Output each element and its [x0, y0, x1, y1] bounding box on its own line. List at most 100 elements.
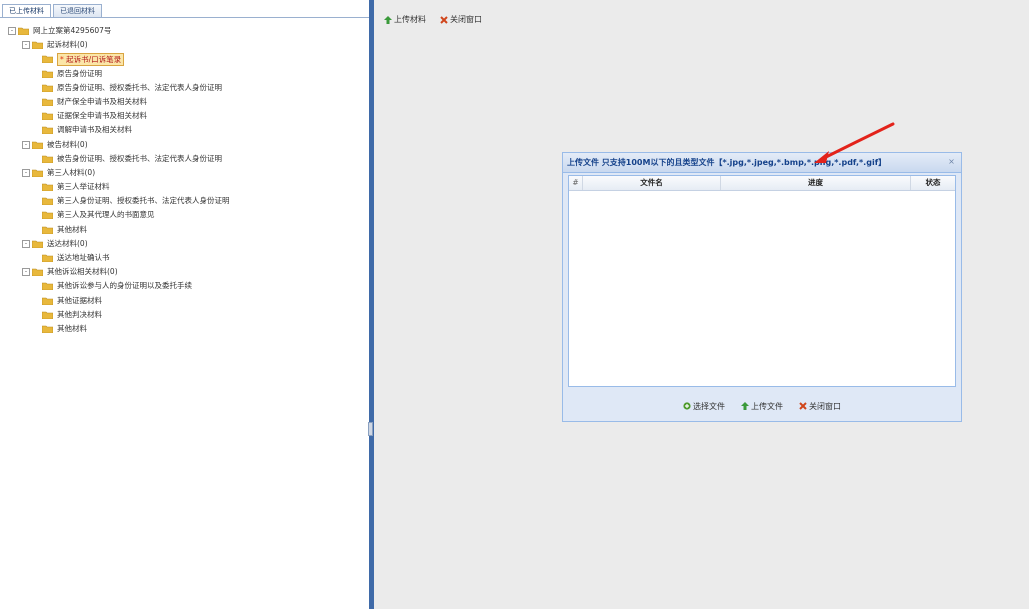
collapse-handle[interactable]	[368, 422, 373, 436]
collapse-toggle-icon[interactable]: -	[8, 27, 16, 35]
tree-item-label: 其他材料	[57, 223, 87, 237]
folder-icon	[42, 212, 53, 220]
tree-item-text: 被告身份证明、授权委托书、法定代表人身份证明	[57, 153, 222, 163]
tree-leaf-item[interactable]: 原告身份证明、授权委托书、法定代表人身份证明	[0, 81, 369, 95]
dialog-title: 上传文件 只支持100M以下的且类型文件【*.jpg,*.jpeg,*.bmp,…	[567, 158, 887, 167]
tree-item-text: 第三人身份证明、授权委托书、法定代表人身份证明	[57, 196, 230, 206]
upload-file-button[interactable]: 上传文件	[741, 401, 783, 412]
folder-icon	[42, 155, 53, 163]
tree-item-label: 第三人及其代理人的书面意见	[57, 208, 155, 222]
tree-leaf-item[interactable]: 其他诉讼参与人的身份证明以及委托手续	[0, 279, 369, 293]
tree-item-text: 起诉材料(0)	[47, 40, 88, 50]
folder-icon	[32, 41, 43, 50]
tree-item-label: 网上立案第4295607号	[33, 24, 111, 38]
tree-item-text: 被告材料(0)	[47, 139, 88, 149]
tree-leaf-item[interactable]: 其他材料	[0, 322, 369, 336]
folder-icon	[42, 254, 53, 262]
tree-item-label: 其他证据材料	[57, 294, 102, 308]
tree-item-text: 其他诉讼相关材料(0)	[47, 267, 118, 277]
tree-item-label: 送达材料(0)	[47, 237, 88, 251]
tree-item-label: 被告材料(0)	[47, 138, 88, 152]
tree-item-text: 起诉书/口诉笔录	[66, 55, 122, 65]
tree-leaf-item[interactable]: 第三人及其代理人的书面意见	[0, 208, 369, 222]
column-progress[interactable]: 进度	[721, 176, 911, 190]
collapse-toggle-icon[interactable]: -	[22, 168, 30, 177]
tree-item-label: 第三人材料(0)	[47, 166, 95, 180]
collapse-toggle-icon[interactable]: -	[22, 41, 30, 50]
collapse-toggle-icon[interactable]: -	[22, 140, 30, 149]
left-panel: 已上传材料 已退回材料 - 网上立案第4295607号 - 起诉材料(0) * 起诉书/…	[0, 0, 370, 609]
close-x-icon	[440, 15, 448, 24]
tree-item-label: 其他判决材料	[57, 308, 102, 322]
tree-leaf-item[interactable]: 证据保全申请书及相关材料	[0, 109, 369, 123]
folder-icon	[42, 98, 53, 106]
select-file-button[interactable]: 选择文件	[683, 401, 725, 412]
tree-item-text: 原告身份证明、授权委托书、法定代表人身份证明	[57, 82, 222, 92]
tree-leaf-item[interactable]: 送达地址确认书	[0, 251, 369, 265]
tree-item-text: 第三人及其代理人的书面意见	[57, 210, 155, 220]
dialog-header[interactable]: 上传文件 只支持100M以下的且类型文件【*.jpg,*.jpeg,*.bmp,…	[563, 153, 961, 173]
column-filename[interactable]: 文件名	[583, 176, 721, 190]
folder-icon	[42, 56, 53, 64]
close-window-button[interactable]: 关闭窗口	[440, 14, 482, 25]
tree-item-text: 其他判决材料	[57, 309, 102, 319]
tree-folder-item[interactable]: - 被告材料(0)	[0, 138, 369, 152]
select-file-label: 选择文件	[693, 401, 725, 411]
tree-leaf-item[interactable]: 其他判决材料	[0, 308, 369, 322]
folder-icon	[32, 169, 43, 177]
dialog-close-window-button[interactable]: 关闭窗口	[799, 401, 841, 412]
tree-folder-item[interactable]: - 其他诉讼相关材料(0)	[0, 265, 369, 279]
folder-icon	[42, 283, 53, 291]
tree-leaf-item[interactable]: 调解申请书及相关材料	[0, 123, 369, 137]
tree-item-label: 起诉材料(0)	[47, 38, 88, 52]
collapse-toggle-icon[interactable]: -	[22, 239, 30, 248]
tree-item-text: 送达地址确认书	[57, 253, 110, 262]
tree-leaf-item[interactable]: 第三人身份证明、授权委托书、法定代表人身份证明	[0, 194, 369, 208]
tree-item-text: 证据保全申请书及相关材料	[57, 111, 147, 121]
folder-icon	[18, 27, 29, 35]
tree-folder-item[interactable]: - 送达材料(0)	[0, 237, 369, 251]
tree-leaf-item[interactable]: 第三人举证材料	[0, 180, 369, 194]
tree-item-label: 第三人身份证明、授权委托书、法定代表人身份证明	[57, 194, 230, 208]
folder-icon	[42, 311, 53, 319]
tree-item-label: 被告身份证明、授权委托书、法定代表人身份证明	[57, 152, 222, 166]
folder-icon	[42, 325, 53, 333]
tree-item-label: 调解申请书及相关材料	[57, 123, 132, 137]
tree-leaf-item[interactable]: 财产保全申请书及相关材料	[0, 95, 369, 109]
folder-icon	[42, 112, 53, 121]
folder-icon	[42, 127, 53, 135]
upload-dialog: 上传文件 只支持100M以下的且类型文件【*.jpg,*.jpeg,*.bmp,…	[562, 152, 962, 422]
column-number: #	[569, 176, 583, 190]
folder-icon	[32, 141, 43, 149]
upload-arrow-icon	[384, 15, 392, 24]
material-tree: - 网上立案第4295607号 - 起诉材料(0) * 起诉书/口诉笔录 原告身份证明 原告…	[0, 24, 369, 336]
tree-leaf-item[interactable]: 被告身份证明、授权委托书、法定代表人身份证明	[0, 152, 369, 166]
tab-uploaded-materials[interactable]: 已上传材料	[2, 4, 51, 17]
tree-leaf-item[interactable]: 原告身份证明	[0, 67, 369, 81]
upload-material-button[interactable]: 上传材料	[384, 14, 426, 25]
tree-folder-item[interactable]: - 网上立案第4295607号	[0, 24, 369, 38]
tree-item-text: 送达材料(0)	[47, 238, 88, 248]
grid-header: # 文件名 进度 状态	[569, 176, 955, 191]
tree-item-text: 其他证据材料	[57, 295, 102, 305]
tree-item-text: 原告身份证明	[57, 68, 102, 78]
folder-icon	[42, 197, 53, 206]
close-x-icon	[799, 402, 807, 410]
tree-leaf-item[interactable]: 其他证据材料	[0, 294, 369, 308]
tab-returned-materials[interactable]: 已退回材料	[53, 4, 102, 17]
tree-folder-item[interactable]: - 起诉材料(0)	[0, 38, 369, 52]
file-grid: # 文件名 进度 状态	[568, 175, 956, 387]
upload-material-label: 上传材料	[394, 15, 426, 24]
tree-folder-item[interactable]: - 第三人材料(0)	[0, 166, 369, 180]
column-status[interactable]: 状态	[911, 176, 955, 190]
tree-item-text: 第三人材料(0)	[47, 167, 96, 177]
tree-item-label: 其他诉讼相关材料(0)	[47, 265, 118, 279]
tree-item-label: 其他诉讼参与人的身份证明以及委托手续	[57, 279, 192, 293]
tree-leaf-item[interactable]: * 起诉书/口诉笔录	[0, 52, 369, 67]
collapse-toggle-icon[interactable]: -	[22, 268, 30, 277]
tree-item-text: 网上立案第4295607号	[33, 26, 112, 35]
tree-item-text: 其他材料	[57, 323, 87, 333]
dialog-close-icon[interactable]: ×	[947, 157, 956, 166]
folder-icon	[42, 226, 53, 234]
tree-leaf-item[interactable]: 其他材料	[0, 223, 369, 237]
